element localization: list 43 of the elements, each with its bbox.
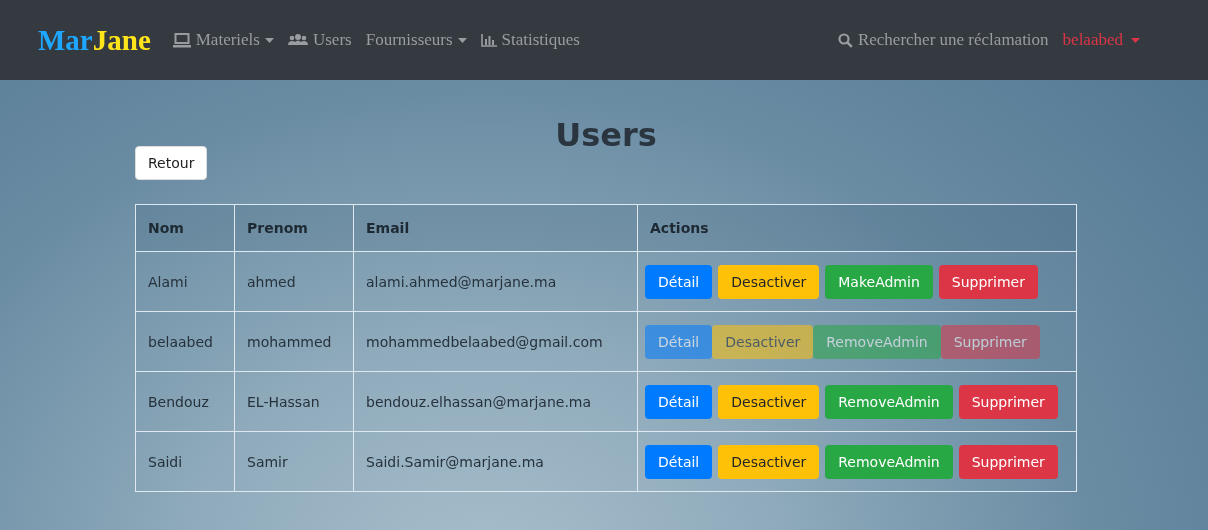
table-cell: ahmed [234,251,354,312]
action-button[interactable]: Desactiver [718,384,820,419]
column-header: Nom [135,204,235,252]
action-button[interactable]: Supprimer [958,384,1058,419]
table-cell: mohammed [234,311,354,372]
action-button[interactable]: Supprimer [938,264,1038,299]
table-cell: EL-Hassan [234,371,354,432]
user-menu[interactable]: belaabed [1062,30,1140,50]
user-name: belaabed [1062,30,1123,50]
table-cell: Samir [234,431,354,492]
action-button[interactable]: MakeAdmin [825,264,933,299]
table-cell: alami.ahmed@marjane.ma [353,251,638,312]
table-cell: Alami [135,251,235,312]
action-button[interactable]: Desactiver [718,444,820,479]
table-cell: Saidi [135,431,235,492]
bar-chart-icon [480,33,497,47]
table-cell: bendouz.elhassan@marjane.ma [353,371,638,432]
column-header: Email [353,204,638,252]
table-cell: Bendouz [135,371,235,432]
action-button[interactable]: Supprimer [958,444,1058,479]
nav-link[interactable]: Materiels [172,30,274,50]
laptop-icon [172,32,191,48]
column-header: Actions [637,204,1077,252]
nav-link-label: Statistiques [501,30,580,50]
action-button[interactable]: Détail [645,384,713,419]
action-button[interactable]: Desactiver [718,264,820,299]
action-button[interactable]: RemoveAdmin [825,384,953,419]
page-title: Users [554,116,658,154]
table-cell: mohammedbelaabed@gmail.com [353,311,638,372]
table-cell: belaabed [135,311,235,372]
back-button[interactable]: Retour [135,146,208,180]
nav-link[interactable]: Users [287,30,352,50]
table-cell: Saidi.Samir@marjane.ma [353,431,638,492]
nav-link-label: Users [312,30,352,50]
action-button[interactable]: Détail [645,264,713,299]
action-button[interactable]: RemoveAdmin [825,444,953,479]
action-button[interactable]: Détail [645,444,713,479]
users-icon [287,34,308,46]
column-header: Prenom [234,204,354,252]
brand-logo[interactable]: MarJane [38,23,151,57]
search-icon [837,32,853,48]
nav-link[interactable]: Statistiques [480,30,580,50]
nav-link-label: Materiels [195,30,260,50]
